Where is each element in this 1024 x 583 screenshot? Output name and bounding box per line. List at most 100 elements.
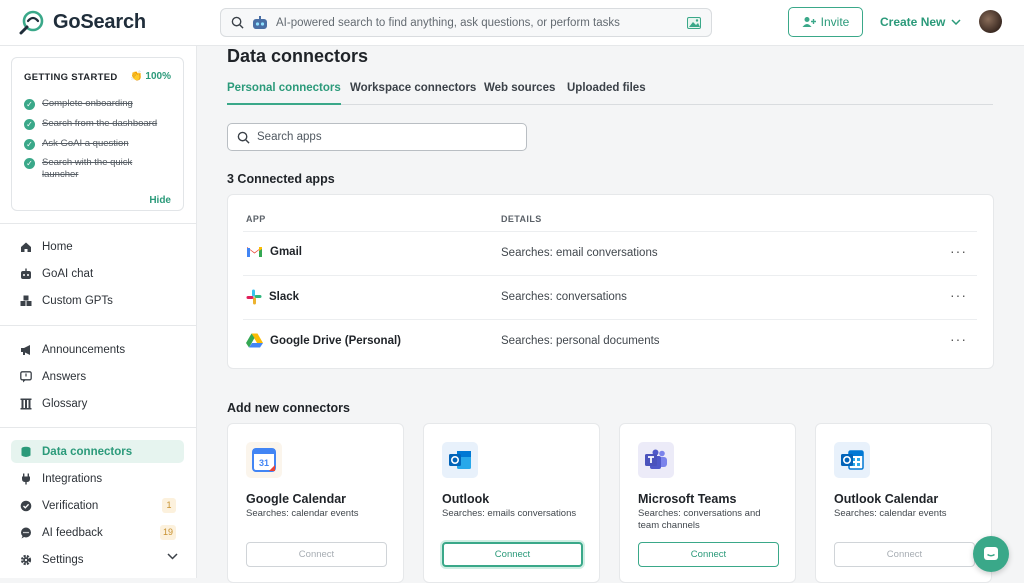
add-connectors-heading: Add new connectors bbox=[227, 401, 350, 415]
connector-card-google-calendar: 31 Google Calendar Searches: calendar ev… bbox=[227, 423, 404, 583]
sidebar-item-custom-gpts[interactable]: Custom GPTs bbox=[11, 289, 184, 312]
app-search-input[interactable]: Search apps bbox=[227, 123, 527, 151]
more-options-icon[interactable]: ··· bbox=[950, 331, 967, 347]
table-row[interactable]: Slack Searches: conversations ··· bbox=[243, 275, 977, 319]
tab-personal-connectors[interactable]: Personal connectors bbox=[227, 82, 341, 105]
google-calendar-icon: 31 bbox=[246, 442, 282, 478]
checklist-item[interactable]: ✓ Search with the quick launcher bbox=[24, 157, 134, 181]
cubes-icon bbox=[20, 295, 32, 307]
invite-button[interactable]: Invite bbox=[788, 7, 863, 37]
chevron-down-icon[interactable] bbox=[167, 553, 178, 560]
top-bar: GoSearch AI-powered search to find anyth… bbox=[0, 0, 1024, 46]
search-placeholder: Search apps bbox=[257, 131, 322, 143]
connector-description: Searches: calendar events bbox=[246, 508, 359, 519]
outlook-calendar-icon bbox=[834, 442, 870, 478]
page-title: Data connectors bbox=[227, 46, 369, 66]
sidebar-item-goai-chat[interactable]: GoAI chat bbox=[11, 262, 184, 285]
progress-percent: 👏 100% bbox=[130, 71, 171, 82]
slack-icon bbox=[246, 289, 262, 305]
sidebar-item-label: Custom GPTs bbox=[42, 294, 113, 307]
sidebar-item-answers[interactable]: Answers bbox=[11, 365, 184, 388]
answer-bubble-icon bbox=[20, 370, 32, 383]
chat-launcher-button[interactable] bbox=[973, 536, 1009, 572]
search-icon bbox=[237, 131, 250, 144]
invite-label: Invite bbox=[820, 15, 850, 29]
user-avatar[interactable] bbox=[979, 10, 1002, 33]
connector-description: Searches: conversations and team channel… bbox=[638, 508, 761, 531]
sidebar-item-glossary[interactable]: Glossary bbox=[11, 392, 184, 415]
sidebar-item-label: Announcements bbox=[42, 343, 126, 356]
checklist-label: Complete onboarding bbox=[42, 98, 133, 109]
connect-button[interactable]: Connect bbox=[246, 542, 387, 567]
sidebar-item-verification[interactable]: Verification 1 bbox=[11, 494, 184, 517]
create-new-button[interactable]: Create New bbox=[880, 15, 961, 29]
connect-button[interactable]: Connect bbox=[442, 542, 583, 567]
check-icon: ✓ bbox=[24, 99, 35, 110]
app-name: Google Drive (Personal) bbox=[270, 334, 402, 347]
logo[interactable]: GoSearch bbox=[17, 9, 146, 35]
connector-name: Outlook Calendar bbox=[834, 492, 939, 506]
connected-apps-heading: 3 Connected apps bbox=[227, 172, 335, 186]
getting-started-card: GETTING STARTED 👏 100% ✓ Complete onboar… bbox=[11, 57, 184, 211]
sidebar-item-integrations[interactable]: Integrations bbox=[11, 467, 184, 490]
connected-apps-table: APP DETAILS Gmail Searches: email conver… bbox=[227, 194, 994, 369]
app-cell: Google Drive (Personal) bbox=[246, 333, 401, 348]
checklist-item[interactable]: ✓ Ask GoAI a question bbox=[24, 138, 174, 150]
sidebar-item-ai-feedback[interactable]: AI feedback 19 bbox=[11, 521, 184, 544]
app-details: Searches: email conversations bbox=[501, 247, 658, 259]
checklist-item[interactable]: ✓ Search from the dashboard bbox=[24, 118, 174, 130]
google-drive-icon bbox=[246, 333, 263, 348]
image-search-icon[interactable] bbox=[687, 16, 701, 29]
feedback-bubble-icon bbox=[20, 527, 32, 539]
check-icon: ✓ bbox=[24, 139, 35, 150]
more-options-icon[interactable]: ··· bbox=[950, 287, 967, 303]
table-row[interactable]: Google Drive (Personal) Searches: person… bbox=[243, 319, 977, 363]
connector-description: Searches: emails conversations bbox=[442, 508, 577, 519]
connector-tabs: Personal connectors Workspace connectors… bbox=[227, 82, 993, 105]
sidebar-item-label: GoAI chat bbox=[42, 267, 94, 280]
count-badge: 1 bbox=[162, 498, 176, 513]
app-name: Slack bbox=[269, 291, 300, 303]
checklist-item[interactable]: ✓ Complete onboarding bbox=[24, 98, 174, 110]
tab-uploaded-files[interactable]: Uploaded files bbox=[567, 82, 646, 105]
app-details: Searches: personal documents bbox=[501, 335, 660, 347]
connect-button[interactable]: Connect bbox=[834, 542, 975, 567]
checklist-label: Ask GoAI a question bbox=[42, 138, 129, 149]
sidebar-item-announcements[interactable]: Announcements bbox=[11, 338, 184, 361]
tab-workspace-connectors[interactable]: Workspace connectors bbox=[350, 82, 476, 105]
database-icon bbox=[20, 446, 32, 458]
divider bbox=[0, 427, 196, 428]
tab-web-sources[interactable]: Web sources bbox=[484, 82, 555, 105]
outlook-icon bbox=[442, 442, 478, 478]
connector-card-microsoft-teams: Microsoft Teams Searches: conversations … bbox=[619, 423, 796, 583]
sidebar-item-home[interactable]: Home bbox=[11, 235, 184, 258]
global-search-input[interactable]: AI-powered search to find anything, ask … bbox=[220, 8, 712, 37]
sidebar-item-settings[interactable]: Settings bbox=[11, 548, 184, 571]
home-icon bbox=[20, 241, 32, 253]
logo-text: GoSearch bbox=[53, 10, 146, 33]
hide-link[interactable]: Hide bbox=[149, 195, 171, 206]
clap-icon: 👏 bbox=[129, 71, 143, 82]
sidebar-item-data-connectors[interactable]: Data connectors bbox=[11, 440, 184, 463]
connect-button[interactable]: Connect bbox=[638, 542, 779, 567]
progress-value: 100% bbox=[145, 71, 171, 82]
sidebar-item-label: Integrations bbox=[42, 472, 103, 485]
gmail-icon bbox=[247, 247, 262, 257]
more-options-icon[interactable]: ··· bbox=[950, 243, 967, 259]
plug-icon bbox=[20, 473, 32, 485]
divider bbox=[0, 223, 196, 224]
main-content: Data connectors Personal connectors Work… bbox=[197, 46, 1024, 583]
create-new-label: Create New bbox=[880, 15, 946, 29]
connector-card-outlook-calendar: Outlook Calendar Searches: calendar even… bbox=[815, 423, 992, 583]
add-user-icon bbox=[802, 17, 816, 27]
table-row[interactable]: Gmail Searches: email conversations ··· bbox=[243, 231, 977, 275]
gear-icon bbox=[20, 554, 32, 566]
sidebar-item-label: AI feedback bbox=[42, 526, 103, 539]
column-header-app: APP bbox=[246, 214, 266, 224]
connector-name: Microsoft Teams bbox=[638, 492, 737, 506]
app-details: Searches: conversations bbox=[501, 291, 627, 303]
sidebar-item-label: Data connectors bbox=[42, 445, 133, 458]
connector-description: Searches: calendar events bbox=[834, 508, 947, 519]
sidebar-item-label: Settings bbox=[42, 553, 84, 566]
connector-name: Google Calendar bbox=[246, 492, 347, 506]
